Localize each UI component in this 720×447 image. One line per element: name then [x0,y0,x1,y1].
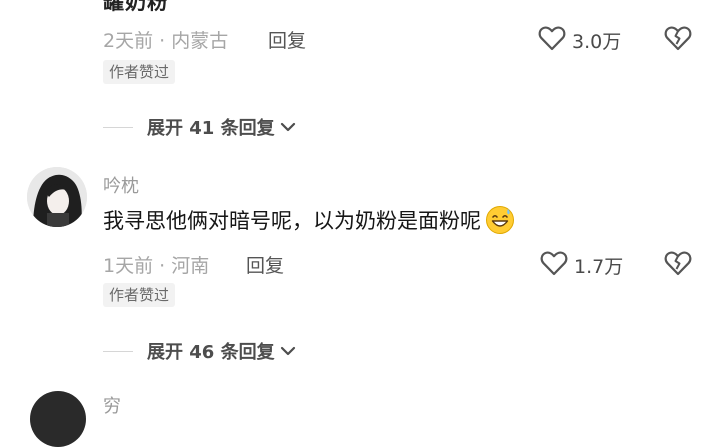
expand-replies-label: 展开 41 条回复 [147,118,275,139]
avatar[interactable] [30,391,86,447]
comment-meta: 2天前 · 内蒙古 [103,30,229,52]
author-liked-badge: 作者赞过 [103,283,176,307]
author-liked-badge: 作者赞过 [103,60,176,84]
heart-outline-icon [540,250,568,280]
divider-line [103,126,133,128]
expand-replies-label: 展开 46 条回复 [147,342,275,363]
expand-replies-button[interactable]: 展开 46 条回复 [103,338,297,364]
comment-username[interactable]: 穷 [103,392,121,418]
dislike-button[interactable] [664,25,692,55]
comment-meta: 1天前 · 河南 [103,255,210,277]
divider-line [103,350,133,352]
like-count: 1.7万 [574,255,624,278]
like-count: 3.0万 [572,30,622,53]
chevron-down-icon [279,342,297,361]
expand-replies-button[interactable]: 展开 41 条回复 [103,114,297,140]
comment-username[interactable]: 吟枕 [103,172,139,198]
grinning-sweat-emoji [485,205,515,235]
broken-heart-icon [664,25,692,55]
comment-text: 我寻思他俩对暗号呢，以为奶粉是面粉呢 [103,205,515,235]
heart-outline-icon [538,25,566,55]
comment-body: 我寻思他俩对暗号呢，以为奶粉是面粉呢 [103,209,481,233]
chevron-down-icon [279,118,297,137]
reply-button[interactable]: 回复 [246,251,284,278]
dislike-button[interactable] [664,250,692,280]
reply-button[interactable]: 回复 [268,26,306,53]
broken-heart-icon [664,250,692,280]
like-button[interactable]: 1.7万 [540,250,623,280]
like-button[interactable]: 3.0万 [538,25,621,55]
avatar[interactable] [27,167,87,227]
comment-text-cut: 罐奶粉 [103,0,169,14]
